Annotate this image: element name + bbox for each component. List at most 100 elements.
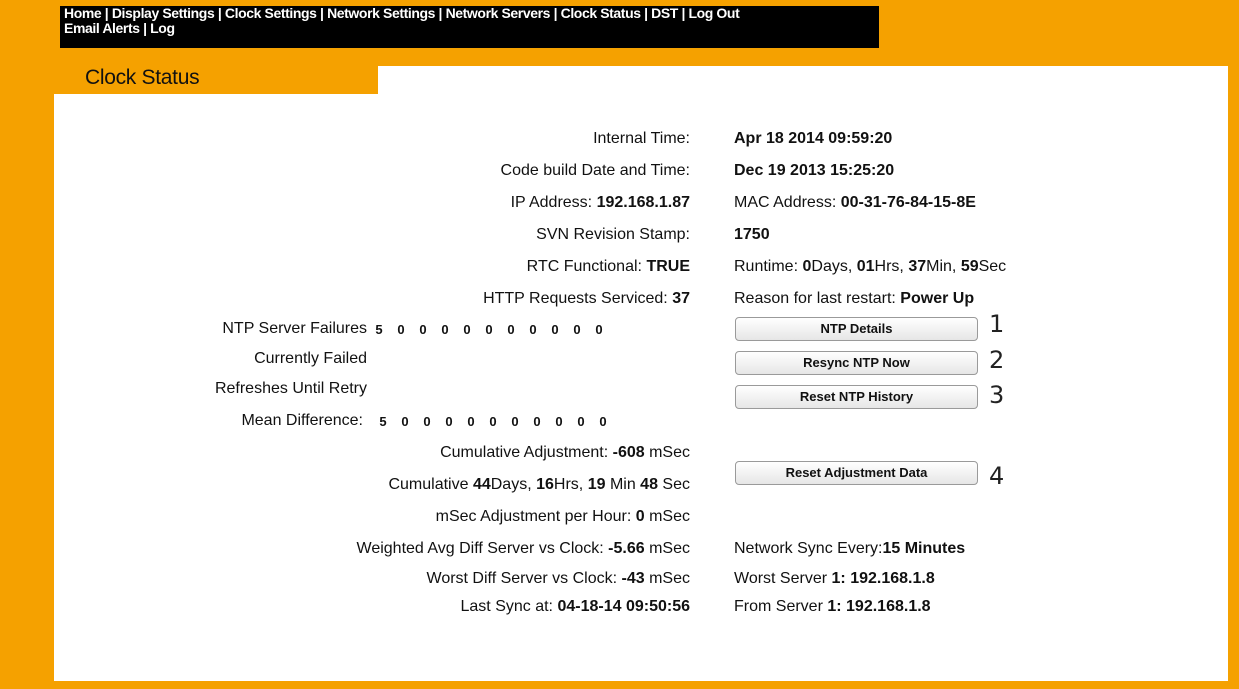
- internal-time-label: Internal Time:: [593, 130, 690, 147]
- runtime-hrs-unit: Hrs,: [874, 258, 904, 275]
- reset-adjustment-button[interactable]: Reset Adjustment Data: [735, 461, 978, 485]
- worst-diff-unit: mSec: [649, 570, 690, 587]
- nav-separator: |: [553, 5, 558, 21]
- svn-label: SVN Revision Stamp:: [536, 226, 690, 243]
- page-title: Clock Status: [85, 66, 200, 89]
- worst-server: Worst Server 1: 192.168.1.8: [734, 570, 935, 588]
- weighted-unit: mSec: [649, 540, 690, 557]
- mean-diff-value: 0: [511, 414, 519, 429]
- restart-reason: Reason for last restart: Power Up: [734, 290, 974, 308]
- runtime-sec: 59: [960, 258, 979, 275]
- last-sync-label: Last Sync at:: [460, 598, 554, 615]
- ip-label: IP Address:: [510, 194, 593, 211]
- restart-value: Power Up: [900, 290, 975, 307]
- nav-row-1: Home | Display Settings | Clock Settings…: [64, 6, 879, 21]
- network-sync-every: Network Sync Every:15 Minutes: [734, 540, 965, 558]
- msec-per-hour-unit: mSec: [649, 508, 690, 525]
- svn-value: 1750: [734, 226, 770, 243]
- mean-diff-value: 0: [401, 414, 409, 429]
- cumulative-duration: Cumulative 44Days, 16Hrs, 19 Min 48 Sec: [388, 476, 690, 494]
- runtime-label: Runtime:: [734, 258, 799, 275]
- ntp-failure-count: 0: [595, 322, 603, 337]
- msec-per-hour-label: mSec Adjustment per Hour:: [435, 508, 632, 525]
- nav-log[interactable]: Log: [150, 20, 175, 36]
- ntp-failure-count: 5: [375, 322, 383, 337]
- nav-log-out[interactable]: Log Out: [688, 5, 739, 21]
- rtc-label: RTC Functional:: [526, 258, 642, 275]
- msec-per-hour-value: 0: [635, 508, 645, 525]
- nav-dst[interactable]: DST: [651, 5, 678, 21]
- mac-value: 00-31-76-84-15-8E: [840, 194, 976, 211]
- currently-failed-label: Currently Failed: [254, 350, 367, 367]
- nav-separator: |: [681, 5, 685, 21]
- ntp-failure-count: 0: [507, 322, 515, 337]
- runtime-min: 37: [908, 258, 927, 275]
- nav-separator: |: [320, 5, 324, 21]
- weighted-value: -5.66: [608, 540, 645, 557]
- mean-diff-value: 0: [533, 414, 541, 429]
- cum-sec: 48: [640, 476, 658, 493]
- cum-sec-unit: Sec: [662, 476, 690, 493]
- mean-diff-value: 5: [379, 414, 387, 429]
- cumulative-label: Cumulative: [388, 476, 469, 493]
- resync-ntp-button[interactable]: Resync NTP Now: [735, 351, 978, 375]
- rtc-functional: RTC Functional: TRUE: [527, 258, 690, 276]
- mean-diff-value: 0: [423, 414, 431, 429]
- last-sync: Last Sync at: 04-18-14 09:50:56: [461, 598, 691, 616]
- rtc-value: TRUE: [646, 258, 690, 275]
- worst-diff-label: Worst Diff Server vs Clock:: [426, 570, 618, 587]
- callout-4: 4: [989, 462, 1005, 490]
- cum-hrs: 16: [536, 476, 554, 493]
- msec-per-hour: mSec Adjustment per Hour: 0 mSec: [436, 508, 690, 526]
- nav-network-servers[interactable]: Network Servers: [446, 5, 551, 21]
- ntp-failure-count: 0: [573, 322, 581, 337]
- sync-every-value: 15 Minutes: [882, 540, 966, 557]
- runtime: Runtime: 0Days, 01Hrs, 37Min, 59Sec: [734, 258, 1006, 276]
- ntp-failure-count: 0: [419, 322, 427, 337]
- reset-ntp-history-button[interactable]: Reset NTP History: [735, 385, 978, 409]
- http-value: 37: [672, 290, 690, 307]
- nav-email-alerts[interactable]: Email Alerts: [64, 20, 140, 36]
- ntp-failure-count: 0: [397, 322, 405, 337]
- callout-3: 3: [989, 381, 1005, 409]
- ntp-failure-count: 0: [551, 322, 559, 337]
- worst-server-label: Worst Server: [734, 570, 828, 587]
- mean-diff-value: 0: [467, 414, 475, 429]
- runtime-min-unit: Min,: [926, 258, 957, 275]
- nav-separator: |: [104, 5, 109, 21]
- worst-diff: Worst Diff Server vs Clock: -43 mSec: [427, 570, 691, 588]
- mean-diff-values: 50000000000: [372, 414, 614, 429]
- cum-adj-label: Cumulative Adjustment:: [440, 444, 609, 461]
- nav-clock-status[interactable]: Clock Status: [561, 5, 641, 21]
- nav-home[interactable]: Home: [64, 5, 102, 21]
- http-requests: HTTP Requests Serviced: 37: [483, 290, 690, 308]
- content-panel: [54, 66, 1228, 681]
- nav-separator: |: [438, 5, 443, 21]
- nav-clock-settings[interactable]: Clock Settings: [225, 5, 317, 21]
- mean-diff-label: Mean Difference:: [241, 412, 363, 429]
- weighted-avg-diff: Weighted Avg Diff Server vs Clock: -5.66…: [357, 540, 691, 558]
- nav-network-settings[interactable]: Network Settings: [327, 5, 435, 21]
- cum-min-unit: Min: [609, 476, 636, 493]
- runtime-days-unit: Days,: [811, 258, 853, 275]
- mac-label: MAC Address:: [734, 194, 837, 211]
- callout-1: 1: [989, 310, 1005, 338]
- runtime-hrs: 01: [856, 258, 875, 275]
- ntp-failures-values: 50000000000: [368, 322, 610, 337]
- cum-adj-value: -608: [612, 444, 645, 461]
- callout-2: 2: [989, 346, 1005, 374]
- ip-address: IP Address: 192.168.1.87: [511, 194, 690, 212]
- nav-row-2: Email Alerts | Log: [64, 21, 879, 36]
- ntp-details-button[interactable]: NTP Details: [735, 317, 978, 341]
- nav-separator: |: [143, 20, 147, 36]
- weighted-label: Weighted Avg Diff Server vs Clock:: [356, 540, 604, 557]
- top-nav: Home | Display Settings | Clock Settings…: [60, 6, 879, 48]
- nav-display-settings[interactable]: Display Settings: [112, 5, 215, 21]
- sync-every-label: Network Sync Every:: [734, 540, 883, 557]
- restart-label: Reason for last restart:: [734, 290, 896, 307]
- worst-server-value: 1: 192.168.1.8: [831, 570, 935, 587]
- cum-days: 44: [472, 476, 491, 493]
- last-sync-value: 04-18-14 09:50:56: [557, 598, 690, 615]
- mean-diff-value: 0: [445, 414, 453, 429]
- runtime-sec-unit: Sec: [978, 258, 1007, 275]
